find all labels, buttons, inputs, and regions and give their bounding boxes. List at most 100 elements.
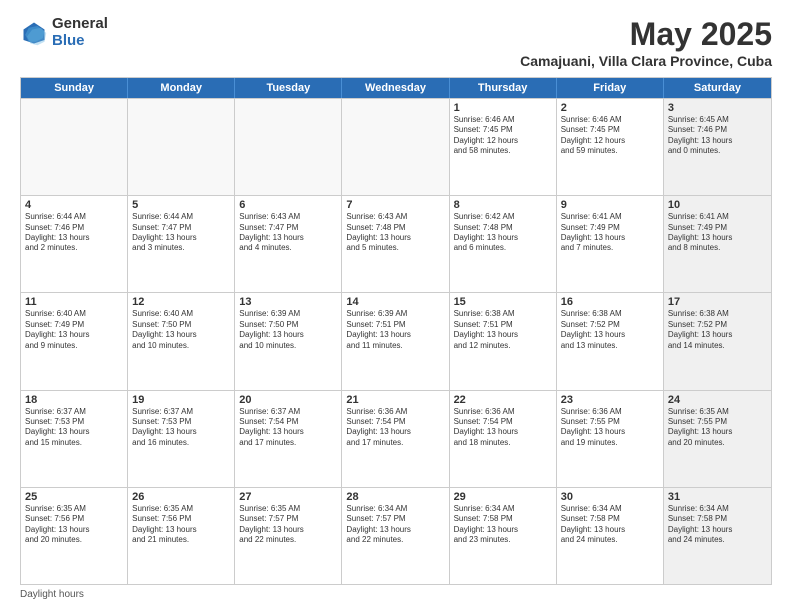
day-number: 26 (132, 491, 230, 503)
calendar-header-row: SundayMondayTuesdayWednesdayThursdayFrid… (21, 78, 771, 98)
cal-header-monday: Monday (128, 78, 235, 98)
day-number: 18 (25, 394, 123, 406)
header: General Blue May 2025 Camajuani, Villa C… (20, 16, 772, 69)
logo-icon (20, 19, 48, 47)
day-number: 3 (668, 102, 767, 114)
cal-header-tuesday: Tuesday (235, 78, 342, 98)
day-info: Sunrise: 6:35 AM Sunset: 7:57 PM Dayligh… (239, 504, 337, 546)
cal-cell: 4Sunrise: 6:44 AM Sunset: 7:46 PM Daylig… (21, 196, 128, 292)
day-info: Sunrise: 6:45 AM Sunset: 7:46 PM Dayligh… (668, 115, 767, 157)
cal-cell: 16Sunrise: 6:38 AM Sunset: 7:52 PM Dayli… (557, 293, 664, 389)
day-number: 31 (668, 491, 767, 503)
cal-cell: 12Sunrise: 6:40 AM Sunset: 7:50 PM Dayli… (128, 293, 235, 389)
subtitle: Camajuani, Villa Clara Province, Cuba (520, 53, 772, 69)
cal-header-saturday: Saturday (664, 78, 771, 98)
cal-cell: 14Sunrise: 6:39 AM Sunset: 7:51 PM Dayli… (342, 293, 449, 389)
cal-cell: 11Sunrise: 6:40 AM Sunset: 7:49 PM Dayli… (21, 293, 128, 389)
day-number: 10 (668, 199, 767, 211)
cal-header-wednesday: Wednesday (342, 78, 449, 98)
day-info: Sunrise: 6:35 AM Sunset: 7:55 PM Dayligh… (668, 407, 767, 449)
cal-cell: 5Sunrise: 6:44 AM Sunset: 7:47 PM Daylig… (128, 196, 235, 292)
day-number: 9 (561, 199, 659, 211)
cal-cell: 30Sunrise: 6:34 AM Sunset: 7:58 PM Dayli… (557, 488, 664, 584)
day-info: Sunrise: 6:41 AM Sunset: 7:49 PM Dayligh… (561, 212, 659, 254)
cal-cell: 3Sunrise: 6:45 AM Sunset: 7:46 PM Daylig… (664, 99, 771, 195)
cal-cell: 24Sunrise: 6:35 AM Sunset: 7:55 PM Dayli… (664, 391, 771, 487)
calendar: SundayMondayTuesdayWednesdayThursdayFrid… (20, 77, 772, 585)
day-number: 5 (132, 199, 230, 211)
day-info: Sunrise: 6:36 AM Sunset: 7:54 PM Dayligh… (346, 407, 444, 449)
day-number: 19 (132, 394, 230, 406)
day-info: Sunrise: 6:42 AM Sunset: 7:48 PM Dayligh… (454, 212, 552, 254)
day-info: Sunrise: 6:43 AM Sunset: 7:48 PM Dayligh… (346, 212, 444, 254)
day-info: Sunrise: 6:36 AM Sunset: 7:54 PM Dayligh… (454, 407, 552, 449)
day-info: Sunrise: 6:35 AM Sunset: 7:56 PM Dayligh… (25, 504, 123, 546)
cal-cell (342, 99, 449, 195)
day-info: Sunrise: 6:37 AM Sunset: 7:53 PM Dayligh… (25, 407, 123, 449)
day-info: Sunrise: 6:39 AM Sunset: 7:50 PM Dayligh… (239, 309, 337, 351)
cal-cell: 23Sunrise: 6:36 AM Sunset: 7:55 PM Dayli… (557, 391, 664, 487)
cal-cell: 26Sunrise: 6:35 AM Sunset: 7:56 PM Dayli… (128, 488, 235, 584)
cal-cell: 18Sunrise: 6:37 AM Sunset: 7:53 PM Dayli… (21, 391, 128, 487)
cal-cell: 20Sunrise: 6:37 AM Sunset: 7:54 PM Dayli… (235, 391, 342, 487)
day-info: Sunrise: 6:35 AM Sunset: 7:56 PM Dayligh… (132, 504, 230, 546)
cal-week-4: 18Sunrise: 6:37 AM Sunset: 7:53 PM Dayli… (21, 390, 771, 487)
daylight-hours-label: Daylight hours (20, 589, 84, 600)
day-number: 22 (454, 394, 552, 406)
day-info: Sunrise: 6:34 AM Sunset: 7:57 PM Dayligh… (346, 504, 444, 546)
day-number: 7 (346, 199, 444, 211)
logo-text: General Blue (52, 16, 108, 49)
day-number: 20 (239, 394, 337, 406)
day-number: 16 (561, 296, 659, 308)
cal-cell: 1Sunrise: 6:46 AM Sunset: 7:45 PM Daylig… (450, 99, 557, 195)
day-info: Sunrise: 6:34 AM Sunset: 7:58 PM Dayligh… (454, 504, 552, 546)
day-info: Sunrise: 6:46 AM Sunset: 7:45 PM Dayligh… (454, 115, 552, 157)
day-number: 8 (454, 199, 552, 211)
day-info: Sunrise: 6:41 AM Sunset: 7:49 PM Dayligh… (668, 212, 767, 254)
day-info: Sunrise: 6:39 AM Sunset: 7:51 PM Dayligh… (346, 309, 444, 351)
cal-week-5: 25Sunrise: 6:35 AM Sunset: 7:56 PM Dayli… (21, 487, 771, 584)
logo-general-text: General (52, 16, 108, 33)
day-number: 6 (239, 199, 337, 211)
cal-cell: 22Sunrise: 6:36 AM Sunset: 7:54 PM Dayli… (450, 391, 557, 487)
day-number: 30 (561, 491, 659, 503)
cal-week-3: 11Sunrise: 6:40 AM Sunset: 7:49 PM Dayli… (21, 292, 771, 389)
cal-cell: 13Sunrise: 6:39 AM Sunset: 7:50 PM Dayli… (235, 293, 342, 389)
day-info: Sunrise: 6:34 AM Sunset: 7:58 PM Dayligh… (561, 504, 659, 546)
cal-cell (21, 99, 128, 195)
day-number: 15 (454, 296, 552, 308)
cal-cell: 21Sunrise: 6:36 AM Sunset: 7:54 PM Dayli… (342, 391, 449, 487)
day-number: 24 (668, 394, 767, 406)
day-number: 17 (668, 296, 767, 308)
day-info: Sunrise: 6:46 AM Sunset: 7:45 PM Dayligh… (561, 115, 659, 157)
cal-cell: 15Sunrise: 6:38 AM Sunset: 7:51 PM Dayli… (450, 293, 557, 389)
cal-cell: 17Sunrise: 6:38 AM Sunset: 7:52 PM Dayli… (664, 293, 771, 389)
cal-cell: 7Sunrise: 6:43 AM Sunset: 7:48 PM Daylig… (342, 196, 449, 292)
logo: General Blue (20, 16, 108, 49)
cal-cell: 9Sunrise: 6:41 AM Sunset: 7:49 PM Daylig… (557, 196, 664, 292)
calendar-body: 1Sunrise: 6:46 AM Sunset: 7:45 PM Daylig… (21, 98, 771, 584)
day-info: Sunrise: 6:37 AM Sunset: 7:53 PM Dayligh… (132, 407, 230, 449)
day-info: Sunrise: 6:37 AM Sunset: 7:54 PM Dayligh… (239, 407, 337, 449)
cal-cell: 2Sunrise: 6:46 AM Sunset: 7:45 PM Daylig… (557, 99, 664, 195)
page: General Blue May 2025 Camajuani, Villa C… (0, 0, 792, 612)
logo-blue-text: Blue (52, 33, 108, 50)
cal-header-thursday: Thursday (450, 78, 557, 98)
title-block: May 2025 Camajuani, Villa Clara Province… (520, 16, 772, 69)
day-number: 13 (239, 296, 337, 308)
day-info: Sunrise: 6:44 AM Sunset: 7:46 PM Dayligh… (25, 212, 123, 254)
day-number: 12 (132, 296, 230, 308)
day-info: Sunrise: 6:38 AM Sunset: 7:51 PM Dayligh… (454, 309, 552, 351)
day-info: Sunrise: 6:36 AM Sunset: 7:55 PM Dayligh… (561, 407, 659, 449)
day-number: 23 (561, 394, 659, 406)
day-number: 1 (454, 102, 552, 114)
cal-cell (235, 99, 342, 195)
cal-cell: 29Sunrise: 6:34 AM Sunset: 7:58 PM Dayli… (450, 488, 557, 584)
cal-cell: 8Sunrise: 6:42 AM Sunset: 7:48 PM Daylig… (450, 196, 557, 292)
cal-week-2: 4Sunrise: 6:44 AM Sunset: 7:46 PM Daylig… (21, 195, 771, 292)
cal-cell: 27Sunrise: 6:35 AM Sunset: 7:57 PM Dayli… (235, 488, 342, 584)
cal-week-1: 1Sunrise: 6:46 AM Sunset: 7:45 PM Daylig… (21, 98, 771, 195)
day-number: 21 (346, 394, 444, 406)
cal-header-sunday: Sunday (21, 78, 128, 98)
cal-cell: 25Sunrise: 6:35 AM Sunset: 7:56 PM Dayli… (21, 488, 128, 584)
